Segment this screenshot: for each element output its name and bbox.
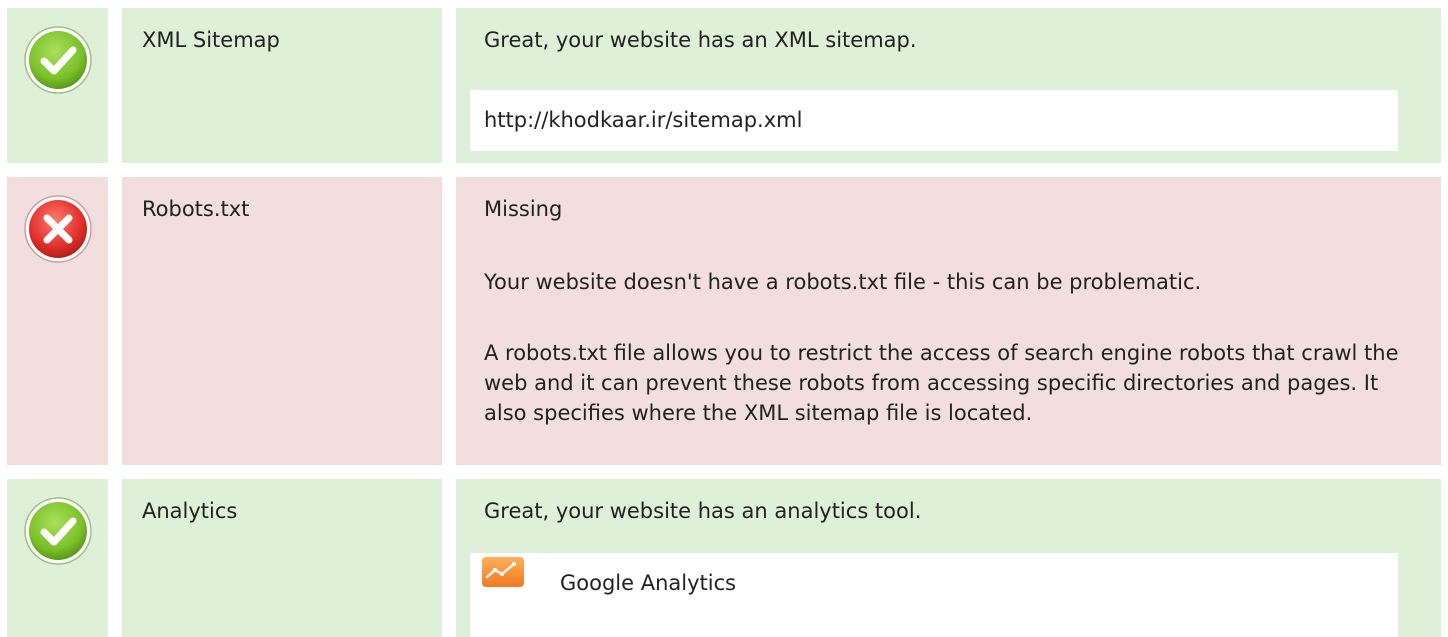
- check-name: Analytics: [142, 499, 238, 523]
- result-message: Great, your website has an XML sitemap.: [484, 28, 917, 52]
- result-paragraph: A robots.txt file allows you to restrict…: [484, 341, 1399, 425]
- check-name-cell: Analytics: [122, 479, 442, 637]
- sitemap-url-box: http://khodkaar.ir/sitemap.xml: [470, 90, 1398, 151]
- check-circle-icon: [22, 495, 94, 567]
- check-circle-icon: [22, 24, 94, 96]
- result-paragraph: Your website doesn't have a robots.txt f…: [484, 270, 1202, 294]
- result-message: Great, your website has an analytics too…: [484, 499, 922, 523]
- sitemap-url[interactable]: http://khodkaar.ir/sitemap.xml: [484, 107, 802, 133]
- status-cell: [7, 8, 108, 163]
- analytics-tool-box: Google Analytics: [470, 553, 1398, 637]
- check-name: XML Sitemap: [142, 28, 280, 52]
- x-circle-icon: [22, 193, 94, 265]
- check-result-cell: Missing Your website doesn't have a robo…: [456, 177, 1441, 465]
- analytics-tool-label: Google Analytics: [560, 571, 737, 595]
- result-row-analytics: Analytics Great, your website has an ana…: [7, 479, 1441, 637]
- check-result-cell: Great, your website has an XML sitemap. …: [456, 8, 1441, 163]
- status-cell: [7, 479, 108, 637]
- result-message: Missing: [484, 197, 563, 221]
- check-name-cell: XML Sitemap: [122, 8, 442, 163]
- google-analytics-icon: [482, 557, 524, 587]
- check-name-cell: Robots.txt: [122, 177, 442, 465]
- check-name: Robots.txt: [142, 197, 250, 221]
- result-row-xml-sitemap: XML Sitemap Great, your website has an X…: [7, 8, 1441, 163]
- check-result-cell: Great, your website has an analytics too…: [456, 479, 1441, 637]
- result-row-robots-txt: Robots.txt Missing Your website doesn't …: [7, 177, 1441, 465]
- status-cell: [7, 177, 108, 465]
